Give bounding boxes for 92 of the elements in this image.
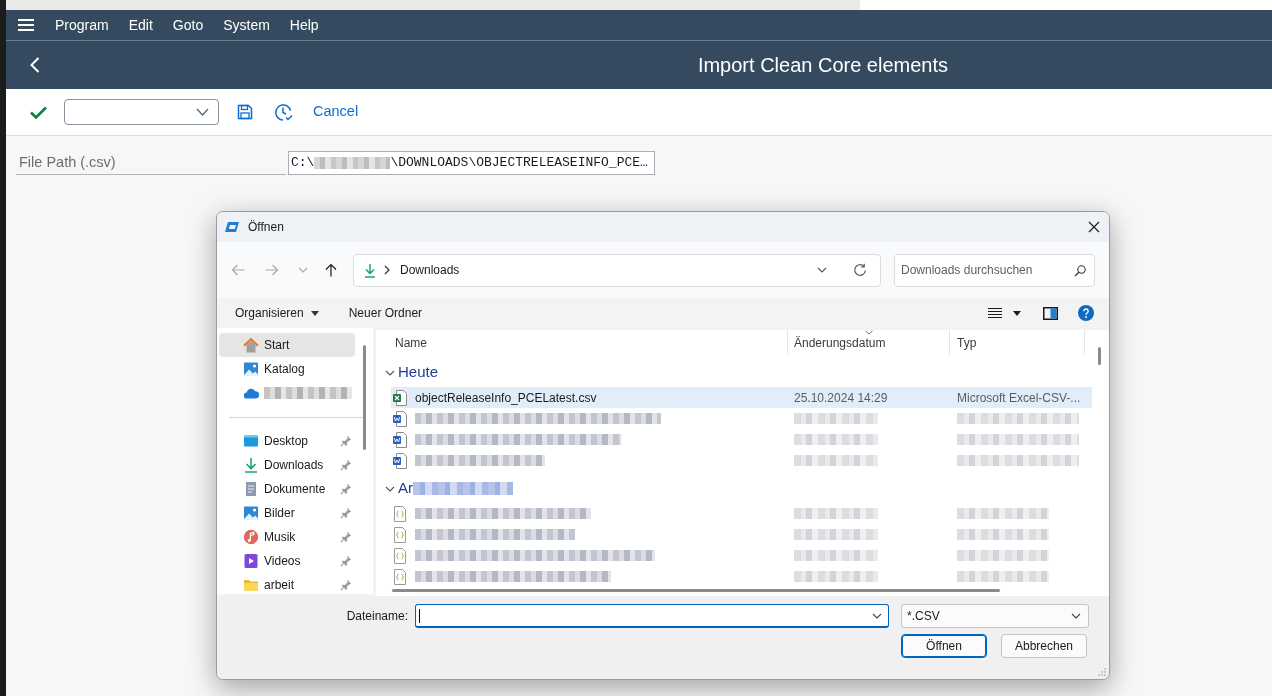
menu-item[interactable]: Program: [45, 14, 119, 36]
document-icon: [393, 431, 407, 448]
document-icon: [393, 452, 407, 469]
text-cursor: [419, 609, 420, 623]
file-icon: [393, 526, 407, 543]
search-icon: [1074, 264, 1086, 277]
pin-icon[interactable]: [340, 555, 352, 567]
pin-icon[interactable]: [340, 507, 352, 519]
nav-item[interactable]: Bilder: [219, 501, 355, 525]
file-icon: [393, 547, 407, 564]
chevron-down-icon[interactable]: [385, 369, 395, 376]
music-icon: [243, 529, 259, 545]
nav-item[interactable]: arbeit: [219, 573, 355, 594]
download-icon: [243, 457, 259, 473]
caret-down-icon: [310, 310, 319, 316]
window-title: Import Clean Core elements: [697, 53, 948, 78]
back-icon[interactable]: [30, 57, 40, 73]
command-field[interactable]: [64, 99, 219, 125]
save-icon[interactable]: [237, 104, 253, 120]
pin-icon[interactable]: [340, 531, 352, 543]
resize-grip-icon[interactable]: [1098, 668, 1106, 676]
video-icon: [243, 553, 259, 569]
desktop-icon: [243, 433, 259, 449]
field-label: File Path (.csv): [19, 152, 116, 172]
dialog-title: Öffnen: [248, 219, 284, 236]
field-label: Dateiname:: [346, 608, 408, 625]
file-name: objectReleaseInfo_PCELatest.csv: [415, 389, 597, 407]
chevron-down-icon: [1071, 613, 1081, 619]
file-row[interactable]: objectReleaseInfo_PCELatest.csv 25.10.2024 14:29 Microsoft Excel-CSV-...: [391, 387, 1092, 408]
home-icon: [243, 337, 259, 353]
nav-item[interactable]: Dokumente: [219, 477, 355, 501]
menu-item[interactable]: Goto: [162, 14, 214, 36]
nav-item[interactable]: Start: [219, 333, 355, 357]
menu-icon[interactable]: [18, 19, 34, 31]
scrollbar[interactable]: [392, 589, 1000, 592]
menu-item[interactable]: Help: [279, 14, 329, 36]
path-field[interactable]: C:\ \DOWNLOADS\OBJECTRELEASEINFO_PCE…: [288, 151, 655, 175]
preview-pane-icon[interactable]: [1043, 306, 1058, 320]
document-icon: [393, 410, 407, 427]
file-type-dropdown[interactable]: *.CSV: [901, 604, 1089, 628]
menu-item[interactable]: Edit: [118, 14, 163, 36]
clock-icon[interactable]: [274, 102, 293, 122]
pin-icon[interactable]: [340, 459, 352, 471]
help-icon[interactable]: [1078, 305, 1094, 321]
column-header[interactable]: Typ: [950, 330, 1085, 355]
scrollbar[interactable]: [363, 345, 366, 450]
close-icon[interactable]: [1088, 221, 1100, 233]
cancel-button[interactable]: Abbrechen: [1001, 634, 1087, 658]
nav-item[interactable]: Desktop: [219, 429, 355, 453]
arrow-up-icon[interactable]: [325, 263, 337, 277]
chevron-down-icon[interactable]: [385, 485, 395, 492]
chevron-down-icon[interactable]: [817, 267, 827, 273]
file-icon: [393, 505, 407, 522]
scrollbar[interactable]: [1098, 347, 1101, 365]
address-bar[interactable]: Downloads: [353, 253, 881, 287]
download-icon: [364, 262, 376, 278]
breadcrumb-item[interactable]: Downloads: [400, 261, 460, 279]
new-folder-button[interactable]: Neuer Ordner: [340, 300, 431, 326]
list-view-icon: [988, 307, 1002, 319]
column-header[interactable]: Änderungsdatum: [788, 330, 950, 355]
caret-down-icon: [1013, 310, 1021, 316]
image-icon: [243, 505, 259, 521]
chevron-right-icon: [384, 265, 390, 275]
pin-icon[interactable]: [340, 435, 352, 447]
image-icon: [243, 361, 259, 377]
file-icon: [393, 568, 407, 585]
group-title: Ar: [398, 478, 413, 499]
nav-item[interactable]: Musik: [219, 525, 355, 549]
nav-item[interactable]: Downloads: [219, 453, 355, 477]
chevron-down-icon: [196, 108, 209, 116]
search-field[interactable]: Downloads durchsuchen: [894, 253, 1095, 287]
folder-icon: [243, 577, 259, 593]
group-title: Heute: [398, 362, 439, 383]
cancel-button[interactable]: Cancel: [305, 97, 367, 127]
document-icon: [243, 481, 259, 497]
pin-icon[interactable]: [340, 483, 352, 495]
organize-button[interactable]: Organisieren: [227, 300, 327, 326]
sort-indicator-icon: [864, 330, 873, 335]
spreadsheet-icon: [393, 389, 407, 406]
file-name-field[interactable]: [415, 604, 889, 628]
nav-item[interactable]: Katalog: [219, 357, 355, 381]
menu-item[interactable]: System: [213, 14, 280, 36]
chevron-down-icon[interactable]: [872, 613, 882, 619]
checkmark-icon[interactable]: [30, 105, 47, 119]
nav-item[interactable]: Videos: [219, 549, 355, 573]
column-header[interactable]: Name: [376, 330, 788, 355]
app-icon: [225, 222, 239, 232]
pin-icon[interactable]: [340, 579, 352, 591]
modified-date: 25.10.2024 14:29: [794, 389, 888, 407]
file-type-label: Microsoft Excel-CSV-...: [957, 389, 1081, 407]
open-button[interactable]: Öffnen: [901, 634, 987, 658]
refresh-icon[interactable]: [853, 263, 867, 277]
